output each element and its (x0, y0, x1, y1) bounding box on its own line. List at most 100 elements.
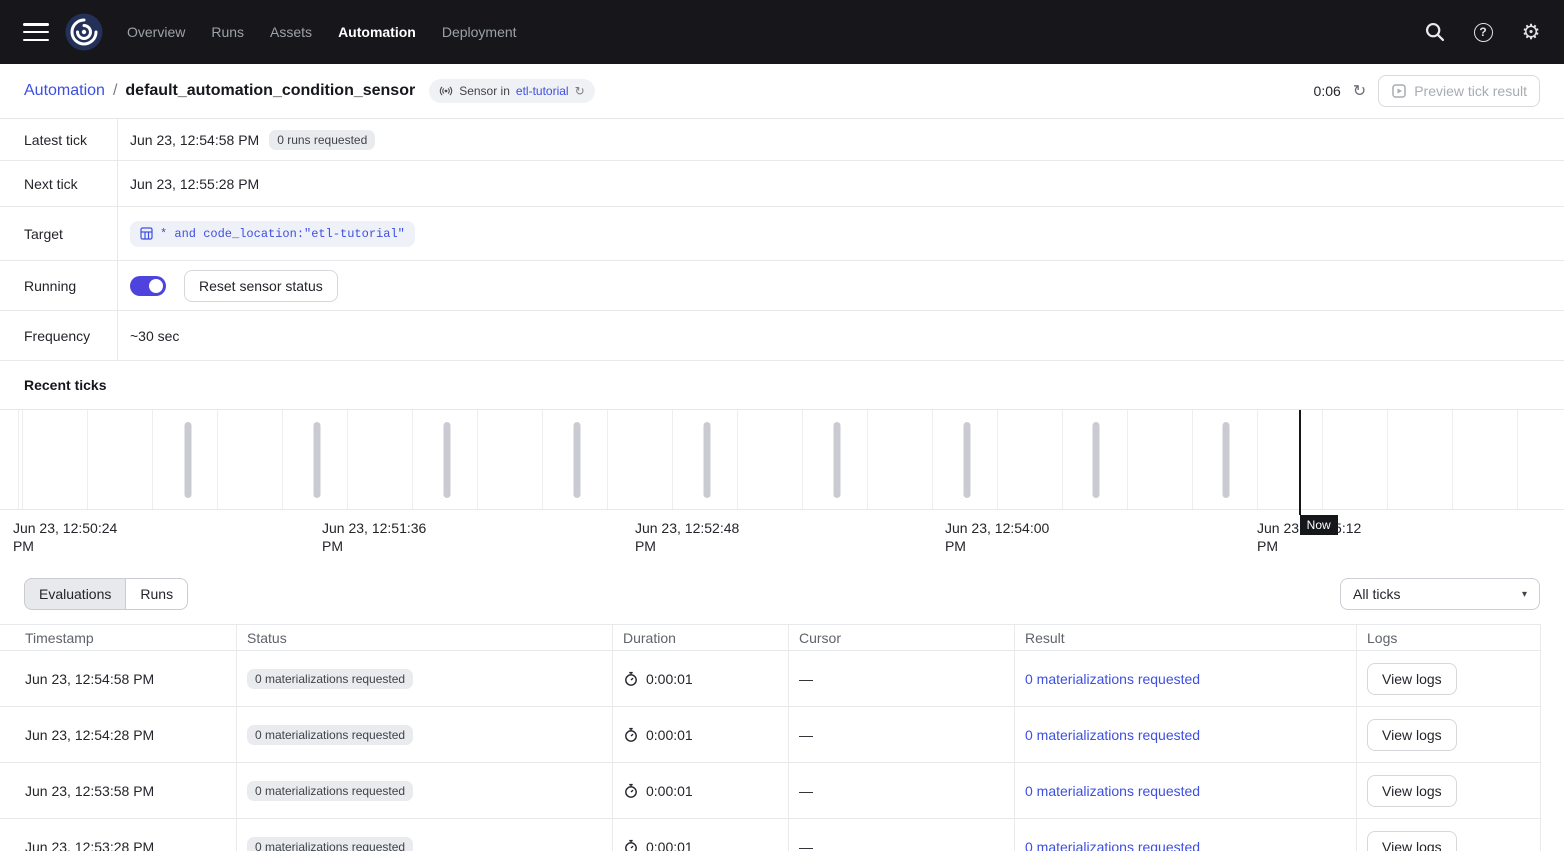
table-row: Jun 23, 12:54:58 PM 0 materializations r… (0, 651, 1541, 707)
tick-bar[interactable] (184, 422, 191, 498)
toggle-knob (149, 279, 163, 293)
running-label: Running (0, 261, 118, 310)
stopwatch-icon (623, 727, 639, 743)
result-link[interactable]: 0 materializations requested (1025, 671, 1200, 687)
next-tick-time: Jun 23, 12:55:28 PM (130, 176, 259, 192)
target-label: Target (0, 207, 118, 260)
asset-table-icon (140, 227, 153, 240)
duration-value: 0:00:01 (646, 727, 693, 743)
tick-bar[interactable] (833, 422, 840, 498)
primary-nav: Overview Runs Assets Automation Deployme… (127, 24, 517, 40)
now-marker-line (1299, 410, 1301, 515)
view-segmented-control: Evaluations Runs (24, 578, 188, 610)
result-link[interactable]: 0 materializations requested (1025, 783, 1200, 799)
view-logs-button[interactable]: View logs (1367, 663, 1457, 695)
ticks-filter-select[interactable]: All ticks ▾ (1340, 578, 1540, 610)
cursor-cell: — (789, 707, 1015, 762)
running-toggle[interactable] (130, 276, 166, 296)
tabs-row: Evaluations Runs All ticks ▾ (0, 578, 1564, 610)
nav-item-overview[interactable]: Overview (127, 24, 185, 40)
hamburger-icon (23, 23, 49, 26)
ticks-filter-value: All ticks (1353, 586, 1400, 602)
nav-item-deployment[interactable]: Deployment (442, 24, 517, 40)
tick-bar[interactable] (1093, 422, 1100, 498)
table-row: Jun 23, 12:53:28 PM 0 materializations r… (0, 819, 1541, 851)
help-button[interactable]: ? (1470, 19, 1496, 45)
tab-evaluations[interactable]: Evaluations (24, 578, 126, 610)
settings-button[interactable]: ⚙ (1518, 19, 1544, 45)
sensor-icon (439, 84, 453, 98)
evaluations-table: Timestamp Status Duration Cursor Result … (0, 624, 1541, 851)
page-title: default_automation_condition_sensor (125, 82, 415, 100)
dagster-logo-icon (65, 13, 103, 51)
preview-tick-result-button[interactable]: Preview tick result (1378, 75, 1540, 107)
detail-row-target: Target * and code_location:"etl-tutorial… (0, 207, 1564, 261)
menu-button[interactable] (23, 22, 49, 42)
detail-row-frequency: Frequency ~30 sec (0, 311, 1564, 361)
column-header-logs: Logs (1357, 625, 1541, 650)
top-nav: Overview Runs Assets Automation Deployme… (0, 0, 1564, 64)
detail-row-next-tick: Next tick Jun 23, 12:55:28 PM (0, 161, 1564, 207)
table-header-row: Timestamp Status Duration Cursor Result … (0, 625, 1541, 651)
detail-row-latest-tick: Latest tick Jun 23, 12:54:58 PM 0 runs r… (0, 119, 1564, 161)
help-icon: ? (1474, 23, 1493, 42)
code-location-link[interactable]: etl-tutorial (516, 84, 569, 98)
sensor-badge: Sensor in etl-tutorial ↻ (429, 79, 594, 103)
next-tick-label: Next tick (0, 161, 118, 206)
timestamp-cell: Jun 23, 12:54:58 PM (0, 651, 237, 706)
duration-value: 0:00:01 (646, 671, 693, 687)
table-row: Jun 23, 12:54:28 PM 0 materializations r… (0, 707, 1541, 763)
breadcrumb-separator: / (113, 82, 117, 100)
timeline-axis-label: Jun 23, 12:54:00 PM (945, 519, 1055, 555)
view-logs-button[interactable]: View logs (1367, 775, 1457, 807)
nav-item-runs[interactable]: Runs (211, 24, 244, 40)
status-badge: 0 materializations requested (247, 725, 413, 745)
runs-requested-badge: 0 runs requested (269, 130, 375, 150)
cursor-cell: — (789, 651, 1015, 706)
timeline-axis-label: Jun 23, 12:50:24 PM (13, 519, 123, 555)
target-selection-text: * and code_location:"etl-tutorial" (160, 227, 405, 241)
result-link[interactable]: 0 materializations requested (1025, 839, 1200, 851)
tick-bar[interactable] (963, 422, 970, 498)
tick-bar[interactable] (314, 422, 321, 498)
tick-bar[interactable] (444, 422, 451, 498)
latest-tick-time: Jun 23, 12:54:58 PM (130, 132, 259, 148)
frequency-label: Frequency (0, 311, 118, 360)
timestamp-cell: Jun 23, 12:53:28 PM (0, 819, 237, 851)
next-tick-countdown: 0:06 (1314, 83, 1341, 99)
frequency-value: ~30 sec (130, 328, 179, 344)
page-header: Automation / default_automation_conditio… (0, 64, 1564, 119)
refresh-button[interactable]: ↻ (1353, 81, 1366, 101)
result-link[interactable]: 0 materializations requested (1025, 727, 1200, 743)
timestamp-cell: Jun 23, 12:53:58 PM (0, 763, 237, 818)
table-row: Jun 23, 12:53:58 PM 0 materializations r… (0, 763, 1541, 819)
nav-item-automation[interactable]: Automation (338, 24, 416, 40)
duration-value: 0:00:01 (646, 839, 693, 851)
preview-icon (1391, 83, 1407, 99)
view-logs-button[interactable]: View logs (1367, 719, 1457, 751)
tick-bar[interactable] (703, 422, 710, 498)
column-header-cursor: Cursor (789, 625, 1015, 650)
column-header-timestamp: Timestamp (0, 625, 237, 650)
now-tooltip: Now (1300, 515, 1338, 535)
latest-tick-label: Latest tick (0, 119, 118, 160)
cursor-cell: — (789, 763, 1015, 818)
preview-button-label: Preview tick result (1414, 83, 1527, 99)
nav-item-assets[interactable]: Assets (270, 24, 312, 40)
reset-sensor-status-button[interactable]: Reset sensor status (184, 270, 338, 302)
timeline-axis-label: Jun 23, 12:51:36 PM (322, 519, 432, 555)
search-button[interactable] (1422, 19, 1448, 45)
breadcrumb-automation-link[interactable]: Automation (24, 82, 105, 100)
tab-runs[interactable]: Runs (125, 578, 188, 610)
cursor-cell: — (789, 819, 1015, 851)
view-logs-button[interactable]: View logs (1367, 831, 1457, 851)
reload-code-location-icon[interactable]: ↻ (575, 84, 585, 98)
dagster-logo[interactable] (65, 13, 103, 51)
tick-bar[interactable] (574, 422, 581, 498)
target-selection-chip[interactable]: * and code_location:"etl-tutorial" (130, 221, 415, 247)
chevron-down-icon: ▾ (1522, 589, 1527, 600)
search-icon (1424, 21, 1446, 43)
timestamp-cell: Jun 23, 12:54:28 PM (0, 707, 237, 762)
recent-ticks-heading: Recent ticks (0, 361, 1564, 410)
tick-bar[interactable] (1223, 422, 1230, 498)
